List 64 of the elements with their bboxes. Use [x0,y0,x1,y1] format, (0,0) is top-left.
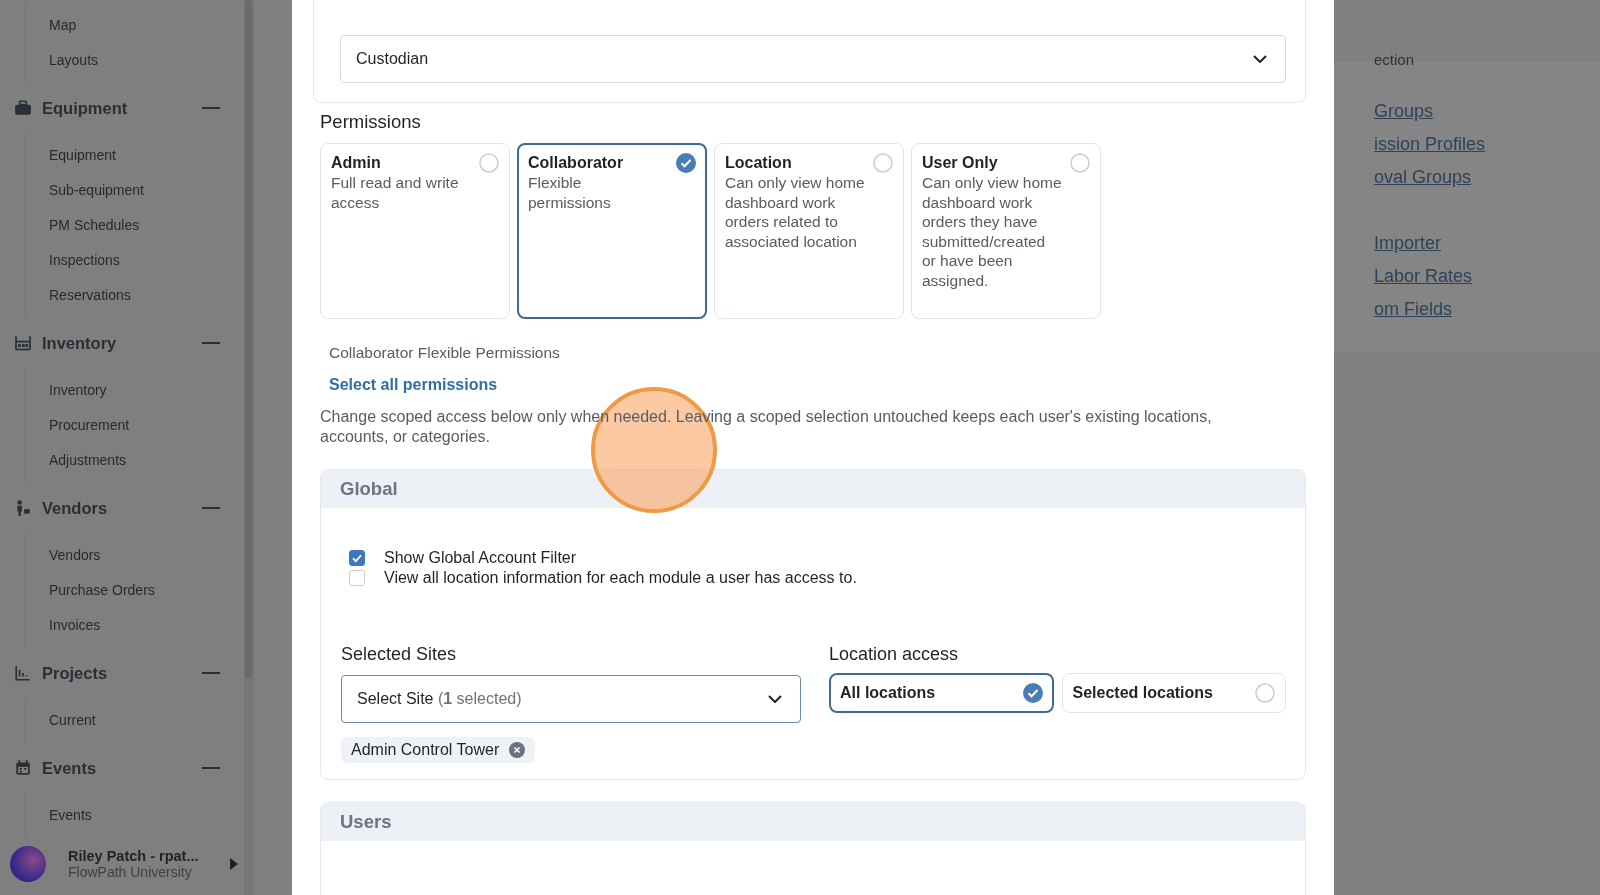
permissions-heading: Permissions [320,111,422,133]
checkbox-label: View all location information for each module a user has access to. [384,569,857,587]
panel-heading: ection [1374,51,1416,68]
checkmark-icon [676,153,696,173]
sidebar-item[interactable]: Inventory [49,373,244,408]
section-title[interactable]: Equipment [42,98,202,118]
radio-icon [1255,683,1275,703]
sidebar-item[interactable]: Map [49,8,244,43]
field-label: Location access [829,644,960,665]
remove-icon[interactable] [509,742,526,758]
checkbox[interactable] [349,550,365,566]
sidebar-item[interactable]: Procurement [49,408,244,443]
calendar-icon [14,759,32,777]
sidebar-item[interactable]: Events [49,798,244,833]
chevron-down-icon [1253,55,1267,63]
sidebar-item[interactable]: Invoices [49,608,244,643]
permission-option[interactable]: Collaborator Flexible permissions [517,143,707,319]
sidebar-item[interactable]: Reservations [49,278,244,313]
profile-select[interactable]: Custodian [340,35,1286,83]
chart-icon [14,664,32,682]
settings-link[interactable]: Importer [1374,233,1600,254]
checkmark-icon [1022,683,1043,703]
sidebar-item[interactable]: Vendors [49,538,244,573]
section-title[interactable]: Projects [42,663,202,683]
section-title: Global [340,478,398,500]
user-name: Riley Patch - rpat... [68,848,200,864]
radio-icon [479,153,499,173]
subheading: Collaborator Flexible Permissions [329,344,561,362]
settings-link[interactable]: ission Profiles [1374,134,1600,155]
section-title[interactable]: Events [42,758,202,778]
permission-option[interactable]: Location Can only view home dashboard work orders related to associated location [714,143,904,319]
permission-option[interactable]: Admin Full read and write access [320,143,510,319]
settings-link[interactable]: om Fields [1374,299,1600,320]
select-all-link[interactable]: Select all permissions [329,376,1306,394]
location-option[interactable]: All locations [829,673,1054,713]
settings-link[interactable]: oval Groups [1374,167,1600,188]
sidebar-item[interactable]: Equipment [49,138,244,173]
section-title[interactable]: Inventory [42,333,202,353]
section-title[interactable]: Vendors [42,498,202,518]
radio-icon [873,153,893,173]
warehouse-icon [14,334,32,352]
location-option[interactable]: Selected locations [1061,673,1286,713]
chevron-down-icon [768,695,782,703]
site-select[interactable]: Select Site (1 selected) [341,675,801,723]
sidebar-item[interactable]: Layouts [49,43,244,78]
sidebar-item[interactable]: Current [49,703,244,738]
section-title: Users [340,811,392,833]
settings-link[interactable]: Groups [1374,101,1600,122]
settings-link[interactable]: Labor Rates [1374,266,1600,287]
sidebar-item[interactable]: Sub-equipment [49,173,244,208]
field-label: Selected Sites [341,644,458,665]
toolbox-icon [14,99,32,117]
site-tag: Admin Control Tower [341,737,536,763]
organization-name: FlowPath University [68,864,193,880]
person-icon [14,499,32,517]
sidebar-item[interactable]: Adjustments [49,443,244,478]
checkbox-label: Show Global Account Filter [384,549,577,567]
radio-icon [1070,153,1090,173]
sidebar-item[interactable]: PM Schedules [49,208,244,243]
avatar[interactable] [10,846,46,882]
permission-option[interactable]: User Only Can only view home dashboard work orders they have submitted/created or have been assigned. [911,143,1101,319]
sidebar-item[interactable]: Inspections [49,243,244,278]
sidebar-item[interactable]: Purchase Orders [49,573,244,608]
caret-icon[interactable] [230,858,238,870]
